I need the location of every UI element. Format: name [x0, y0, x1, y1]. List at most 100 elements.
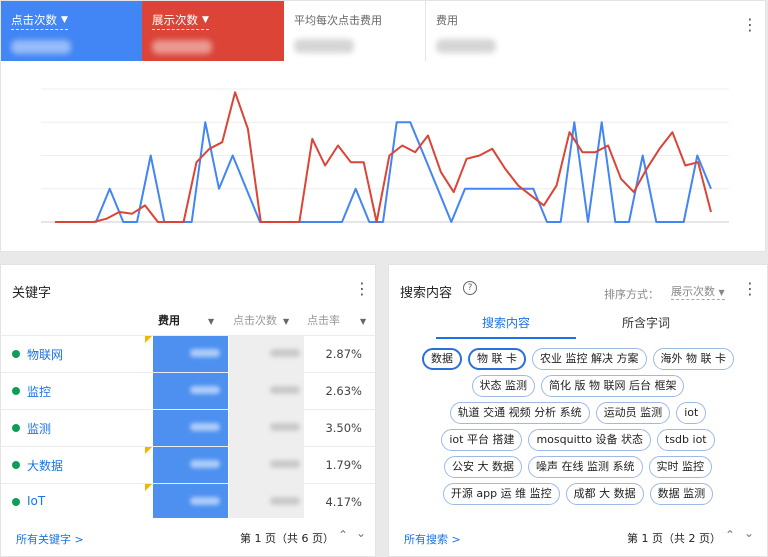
search-term-chip[interactable]: 运动员 监测 — [595, 402, 671, 424]
clicks-value-blurred — [270, 497, 300, 505]
search-term-chip[interactable]: iot — [676, 402, 707, 424]
chevron-up-icon[interactable]: ⌃ — [725, 528, 735, 542]
ctr-value: 3.50% — [325, 421, 362, 435]
search-term-chip[interactable]: 简化 版 物 联网 后台 框架 — [541, 375, 685, 397]
keywords-pagination-label: 第 1 页（共 6 页） — [240, 532, 334, 545]
col-ctr-header[interactable]: 点击率 ▼ — [307, 312, 366, 328]
cost-value-blurred — [190, 460, 220, 468]
col-cost-header[interactable]: 费用 ▼ — [158, 312, 214, 328]
caret-down-icon: ▼ — [283, 317, 290, 326]
metric-clicks-value-blurred — [11, 40, 71, 54]
keyword-link[interactable]: 监控 — [27, 383, 51, 400]
clicks-value-blurred — [270, 460, 300, 468]
search-term-chip[interactable]: 开源 app 运 维 监控 — [442, 483, 560, 505]
tab-included-terms[interactable]: 所含字词 — [622, 314, 670, 331]
caret-down-icon: ▼ — [718, 288, 725, 297]
metric-impressions-value-blurred — [152, 40, 212, 54]
chevron-down-icon[interactable]: ⌄ — [744, 526, 754, 540]
chip-row: 轨道 交通 视频 分析 系统 运动员 监测 iot — [390, 402, 766, 424]
caret-down-icon: ▼ — [360, 317, 367, 326]
chip-row: 公安 大 数据 噪声 在线 监测 系统 实时 监控 — [390, 456, 766, 478]
search-term-chip[interactable]: 成都 大 数据 — [565, 483, 644, 505]
more-vert-icon[interactable]: ⋮ — [354, 281, 370, 297]
more-vert-icon[interactable]: ⋮ — [742, 17, 758, 33]
metric-cost-value-blurred — [436, 39, 496, 53]
search-term-cloud: 数据物 联 卡农业 监控 解决 方案 海外 物 联 卡状态 监测 简化 版 物 联网… — [390, 346, 766, 518]
caret-down-icon: ▼ — [202, 15, 209, 25]
keyword-link[interactable]: 大数据 — [27, 457, 63, 474]
table-row: 大数据 1.79% — [0, 446, 376, 483]
search-term-chip[interactable]: 状态 监测 — [471, 375, 535, 397]
search-term-chip[interactable]: 农业 监控 解决 方案 — [532, 348, 647, 370]
metric-cost-label: 费用 — [436, 14, 458, 27]
active-tab-indicator — [436, 337, 576, 339]
search-term-chip[interactable]: iot 平台 搭建 — [441, 429, 523, 451]
search-pagination-label: 第 1 页（共 2 页） — [627, 532, 721, 545]
search-term-chip[interactable]: 海外 物 联 卡 — [652, 348, 734, 370]
search-term-chip[interactable]: 公安 大 数据 — [444, 456, 522, 478]
search-term-chip[interactable]: 实时 监控 — [648, 456, 712, 478]
keyword-link[interactable]: 监测 — [27, 420, 51, 437]
metric-cost-tab[interactable]: 费用 — [426, 1, 568, 61]
metric-avg-cpc-label: 平均每次点击费用 — [294, 14, 382, 27]
all-search-terms-link[interactable]: 所有搜索 > — [404, 531, 461, 547]
caret-down-icon: ▼ — [61, 15, 68, 25]
chip-row: 状态 监测 简化 版 物 联网 后台 框架 — [390, 375, 766, 397]
chip-row: 数据物 联 卡农业 监控 解决 方案 海外 物 联 卡 — [390, 348, 766, 370]
metric-clicks-label: 点击次数 — [11, 13, 57, 27]
search-term-chip[interactable]: 噪声 在线 监测 系统 — [528, 456, 643, 478]
metric-avg-cpc-tab[interactable]: 平均每次点击费用 — [284, 1, 426, 61]
clicks-value-blurred — [270, 423, 300, 431]
keywords-title: 关键字 — [12, 286, 52, 301]
table-row: 监测 3.50% — [0, 409, 376, 446]
status-dot — [12, 424, 20, 432]
ctr-value: 4.17% — [325, 495, 362, 509]
metric-avg-cpc-value-blurred — [294, 39, 354, 53]
table-row: 物联网 2.87% — [0, 335, 376, 372]
help-icon[interactable]: ? — [463, 281, 477, 295]
chevron-up-icon[interactable]: ⌃ — [338, 528, 348, 542]
performance-line-chart — [41, 88, 729, 223]
table-row: 监控 2.63% — [0, 372, 376, 409]
clicks-value-blurred — [270, 386, 300, 394]
sort-label: 排序方式： — [604, 288, 659, 301]
ctr-value: 1.79% — [325, 458, 362, 472]
status-dot — [12, 498, 20, 506]
clicks-series-line — [55, 121, 712, 223]
clicks-value-blurred — [270, 349, 300, 357]
metric-tabs: 点击次数 ▼ 展示次数 ▼ 平均每次点击费用 费用 — [1, 1, 568, 61]
sort-select[interactable]: 展示次数 ▼ — [671, 283, 725, 300]
metric-impressions-tab[interactable]: 展示次数 ▼ — [142, 1, 284, 61]
cost-value-blurred — [190, 423, 220, 431]
table-row: IoT 4.17% — [0, 483, 376, 520]
chip-row: iot 平台 搭建 mosquitto 设备 状态 tsdb iot — [390, 429, 766, 451]
caret-down-icon: ▼ — [208, 317, 215, 326]
col-clicks-header[interactable]: 点击次数 ▼ — [233, 312, 289, 328]
flag-marker — [145, 336, 152, 343]
ctr-value: 2.63% — [325, 384, 362, 398]
search-term-chip[interactable]: 物 联 卡 — [468, 348, 526, 370]
search-term-chip[interactable]: 数据 监测 — [649, 483, 714, 505]
performance-card: 点击次数 ▼ 展示次数 ▼ 平均每次点击费用 费用 ⋮ — [0, 0, 766, 252]
metric-impressions-label: 展示次数 — [152, 13, 198, 27]
status-dot — [12, 350, 20, 358]
search-term-chip[interactable]: tsdb iot — [657, 429, 715, 451]
more-vert-icon[interactable]: ⋮ — [742, 281, 758, 297]
search-term-chip[interactable]: 轨道 交通 视频 分析 系统 — [449, 402, 590, 424]
tab-search-content[interactable]: 搜索内容 — [482, 314, 530, 331]
cost-value-blurred — [190, 386, 220, 394]
all-keywords-link[interactable]: 所有关键字 > — [16, 531, 84, 547]
keyword-link[interactable]: 物联网 — [27, 346, 63, 363]
cost-value-blurred — [190, 497, 220, 505]
search-terms-title: 搜索内容 — [400, 286, 453, 301]
chevron-down-icon[interactable]: ⌄ — [356, 526, 366, 540]
flag-marker — [145, 447, 152, 454]
keyword-link[interactable]: IoT — [27, 494, 45, 508]
flag-marker — [145, 484, 152, 491]
status-dot — [12, 461, 20, 469]
chip-row: 开源 app 运 维 监控 成都 大 数据 数据 监测 — [390, 483, 766, 505]
metric-clicks-tab[interactable]: 点击次数 ▼ — [1, 1, 142, 61]
search-term-chip[interactable]: 数据 — [422, 348, 462, 370]
cost-value-blurred — [190, 349, 220, 357]
search-term-chip[interactable]: mosquitto 设备 状态 — [528, 429, 652, 451]
